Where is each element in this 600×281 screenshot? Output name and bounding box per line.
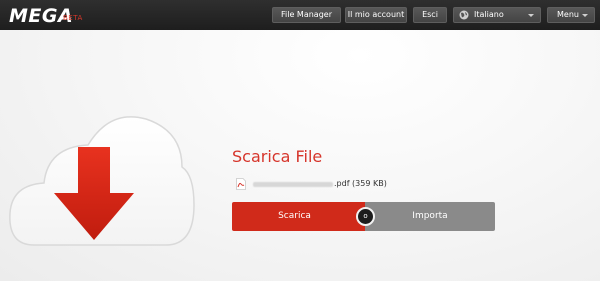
beta-label: BETA [63, 14, 83, 22]
download-button[interactable]: Scarica [232, 202, 365, 231]
chevron-down-icon [528, 14, 534, 17]
download-label: Scarica [278, 211, 311, 221]
import-label: Importa [412, 211, 448, 221]
file-extension-size: .pdf (359 KB) [334, 179, 387, 188]
chevron-down-icon [582, 14, 588, 17]
menu-button[interactable]: Menu [547, 7, 595, 23]
language-select[interactable]: Italiano [453, 7, 541, 23]
or-badge: o [356, 207, 375, 226]
import-button[interactable]: Importa [365, 202, 495, 231]
pdf-icon [236, 178, 246, 190]
top-bar: MEGA BETA File Manager Il mio account Es… [0, 0, 600, 30]
page-title: Scarica File [232, 147, 323, 166]
file-name-redacted [253, 182, 333, 187]
account-label: Il mio account [347, 10, 405, 19]
language-label: Italiano [474, 10, 504, 19]
globe-icon [459, 10, 469, 20]
file-manager-button[interactable]: File Manager [272, 7, 341, 23]
logout-label: Esci [422, 10, 438, 19]
or-label: o [363, 212, 368, 220]
menu-label: Menu [557, 10, 579, 19]
file-manager-label: File Manager [281, 10, 332, 19]
logout-button[interactable]: Esci [413, 7, 447, 23]
cloud-download-icon [9, 116, 195, 246]
account-button[interactable]: Il mio account [345, 7, 407, 23]
